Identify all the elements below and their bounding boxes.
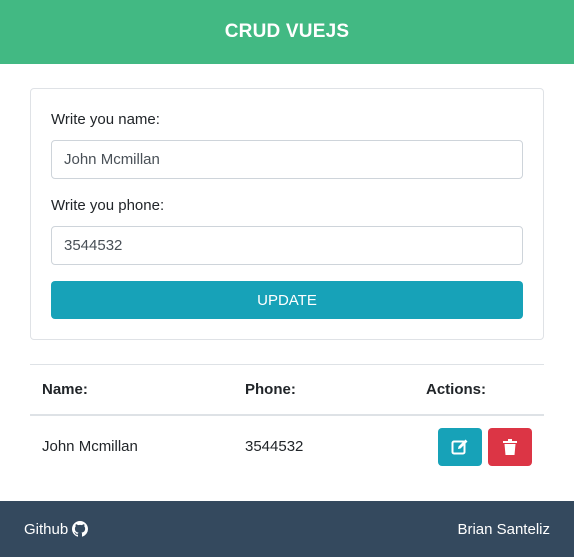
table-body: John Mcmillan 3544532 [30, 415, 544, 477]
page: CRUD VUEJS Write you name: Write you pho… [0, 0, 574, 557]
contact-form-card: Write you name: Write you phone: UPDATE [30, 88, 544, 340]
row-phone-cell: 3544532 [245, 437, 304, 455]
edit-icon [451, 439, 468, 454]
table-header-row: Name: Phone: Actions: [30, 364, 544, 416]
table-header: Name: Phone: Actions: [30, 364, 544, 416]
trash-icon [503, 438, 517, 455]
update-button[interactable]: UPDATE [51, 281, 523, 319]
app-header: CRUD VUEJS [0, 0, 574, 64]
phone-input[interactable] [51, 226, 523, 265]
github-link[interactable]: Github [24, 520, 89, 538]
name-input[interactable] [51, 140, 523, 179]
table-row: John Mcmillan 3544532 [30, 415, 544, 477]
row-name-cell: John Mcmillan [42, 437, 138, 455]
row-actions-cell [414, 415, 544, 477]
footer-author: Brian Santeliz [457, 520, 550, 538]
delete-button[interactable] [488, 427, 532, 466]
github-link-label: Github [24, 520, 69, 538]
contacts-table: Name: Phone: Actions: John Mcmillan 3544… [30, 364, 544, 477]
edit-button[interactable] [437, 427, 482, 466]
column-header-phone: Phone: [233, 364, 414, 416]
name-label: Write you name: [51, 111, 160, 128]
phone-label: Write you phone: [51, 197, 165, 214]
app-footer: Github Brian Santeliz [0, 501, 574, 557]
column-header-name: Name: [30, 364, 233, 416]
app-title: CRUD VUEJS [224, 21, 350, 42]
github-icon [72, 521, 89, 537]
column-header-actions: Actions: [414, 364, 544, 416]
